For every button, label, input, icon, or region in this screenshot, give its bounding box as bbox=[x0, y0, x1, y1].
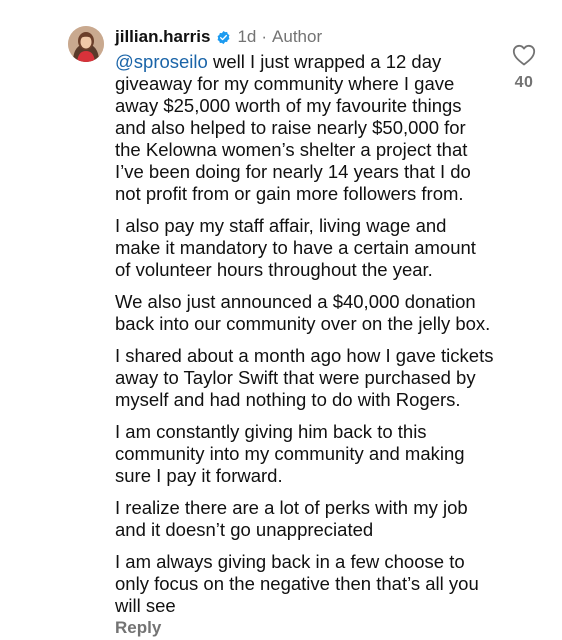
comment-paragraph: I am always giving back in a few choose … bbox=[115, 551, 479, 616]
comment-paragraph: @sproseilo well I just wrapped a 12 day … bbox=[115, 51, 471, 204]
comment-paragraph: I am constantly giving him back to this … bbox=[115, 421, 465, 486]
like-count: 40 bbox=[514, 74, 534, 91]
reply-button[interactable]: Reply bbox=[115, 618, 161, 638]
separator-dot: · bbox=[261, 27, 268, 46]
mention-link[interactable]: @sproseilo bbox=[115, 51, 208, 72]
comment-text: @sproseilo well I just wrapped a 12 day … bbox=[115, 51, 495, 627]
like-control: 40 bbox=[509, 44, 539, 92]
comment-time: 1d bbox=[237, 27, 257, 46]
profile-photo bbox=[68, 26, 104, 62]
heart-outline-icon[interactable] bbox=[509, 44, 539, 66]
comment-paragraph: I realize there are a lot of perks with … bbox=[115, 497, 468, 540]
comment-header: jillian.harris 1d · Author bbox=[115, 26, 322, 48]
comment-paragraph: I shared about a month ago how I gave ti… bbox=[115, 345, 494, 410]
comment-paragraph: I also pay my staff affair, living wage … bbox=[115, 215, 476, 280]
comment: jillian.harris 1d · Author @sproseilo we… bbox=[0, 0, 562, 640]
comment-paragraph: We also just announced a $40,000 donatio… bbox=[115, 291, 491, 334]
author-label: Author bbox=[272, 27, 323, 46]
verified-badge-icon bbox=[216, 30, 231, 45]
username[interactable]: jillian.harris bbox=[115, 27, 210, 47]
avatar[interactable] bbox=[68, 26, 104, 62]
